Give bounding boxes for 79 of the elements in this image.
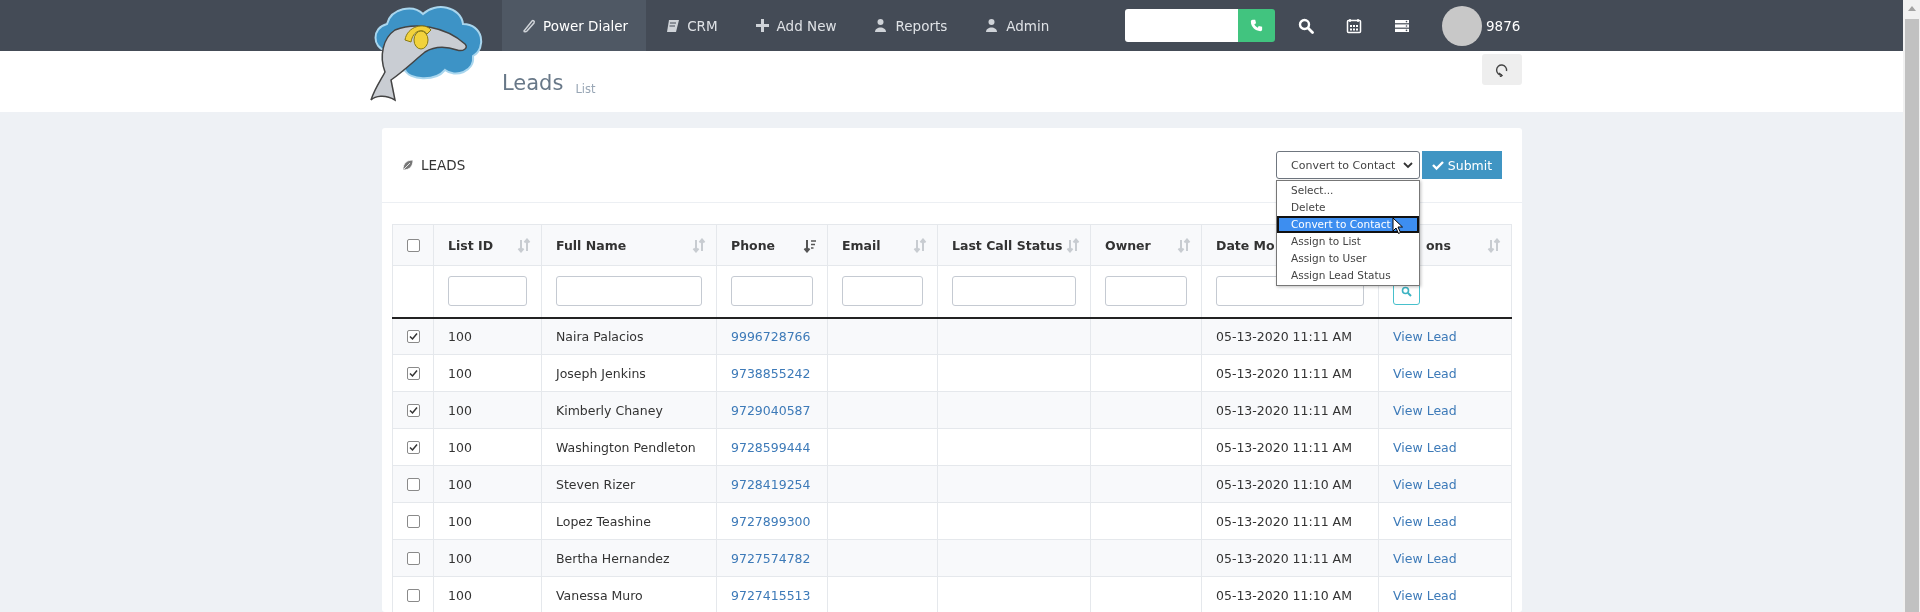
table-cell: 05-13-2020 11:11 AM [1216,365,1352,381]
nav-item[interactable]: Add New [735,0,855,51]
search-icon [1298,17,1314,34]
server-icon [1394,17,1410,34]
checkbox[interactable] [407,477,420,491]
filter-field[interactable] [556,276,702,307]
table-cell: 100 [448,587,472,603]
column-header[interactable]: Date Mo [1216,237,1275,253]
table-cell: 100 [448,402,472,418]
table-cell: Kimberly Chaney [556,402,663,418]
filter-field[interactable] [952,276,1076,307]
check-icon [1431,159,1444,171]
search-icon [1401,285,1412,297]
checkbox[interactable] [407,403,420,417]
filter-field[interactable] [448,276,527,307]
dial-field[interactable] [1125,9,1238,42]
column-header[interactable]: Email [842,237,881,253]
table-cell: 05-13-2020 11:11 AM [1216,513,1352,529]
chevron-icon [1403,161,1413,169]
dropdown-option[interactable]: Select... [1277,182,1419,199]
dropdown-option[interactable]: Assign Lead Status [1277,267,1419,284]
nav-item[interactable]: Reports [854,0,966,51]
avatar-icon[interactable] [1442,5,1482,46]
page-subtitle: List [575,82,596,96]
bulk-action-select[interactable]: Convert to Contact [1276,151,1420,179]
table-cell: Washington Pendleton [556,439,696,455]
table-cell: Steven Rizer [556,476,636,492]
table-cell: Bertha Hernandez [556,550,670,566]
table-cell: 100 [448,439,472,455]
column-header[interactable]: List ID [448,237,494,253]
refresh-button[interactable] [1482,54,1522,85]
column-header[interactable]: Full Name [556,237,627,253]
dropdown-option[interactable]: Delete [1277,199,1419,216]
checkbox[interactable] [407,366,420,380]
checkbox[interactable] [407,329,420,343]
table-cell: Joseph Jenkins [556,365,646,381]
table-cell: 05-13-2020 11:10 AM [1216,587,1352,603]
table-cell: Naira Palacios [556,328,644,344]
table-cell: 100 [448,513,472,529]
page-title: Leads [502,71,564,95]
checkbox[interactable] [407,440,420,454]
call-button[interactable] [1238,9,1275,42]
column-header[interactable]: ons [1426,237,1451,253]
checkbox[interactable] [407,514,420,528]
leaf-icon [402,159,414,171]
scrollbar[interactable] [1903,0,1920,612]
table-cell: 100 [448,365,472,381]
table-cell: 05-13-2020 11:11 AM [1216,328,1352,344]
book-icon [665,18,681,33]
calendar-icon [1346,17,1362,34]
table-cell: Lopez Teashine [556,513,651,529]
person-icon [984,18,1000,33]
refresh-icon [1495,62,1509,77]
user-extension[interactable]: 9876 [1486,17,1521,34]
table-cell: Vanessa Muro [556,587,643,603]
table-cell: 05-13-2020 11:11 AM [1216,439,1352,455]
table-cell: 05-13-2020 11:10 AM [1216,476,1352,492]
nav-item[interactable]: Power Dialer [502,0,647,51]
checkbox[interactable] [407,588,420,602]
card-title: LEADS [421,157,466,173]
dropdown-option[interactable]: Assign to List [1277,233,1419,250]
table-cell: 05-13-2020 11:11 AM [1216,550,1352,566]
dropdown-option[interactable]: Assign to User [1277,250,1419,267]
table-cell: 05-13-2020 11:11 AM [1216,402,1352,418]
filter-field[interactable] [842,276,923,307]
nav-item[interactable]: Admin [965,0,1068,51]
plus-icon [754,18,770,33]
filter-field[interactable] [731,276,813,307]
nav-item[interactable]: CRM [646,0,736,51]
table-cell: 100 [448,328,472,344]
table-cell: 100 [448,550,472,566]
person-icon [873,18,889,33]
filter-field[interactable] [1105,276,1187,307]
column-header[interactable]: Owner [1105,237,1151,253]
column-header[interactable]: Phone [731,237,776,253]
cursor-icon [1392,217,1404,235]
table-cell: 100 [448,476,472,492]
checkbox[interactable] [406,238,420,252]
checkbox[interactable] [407,551,420,565]
